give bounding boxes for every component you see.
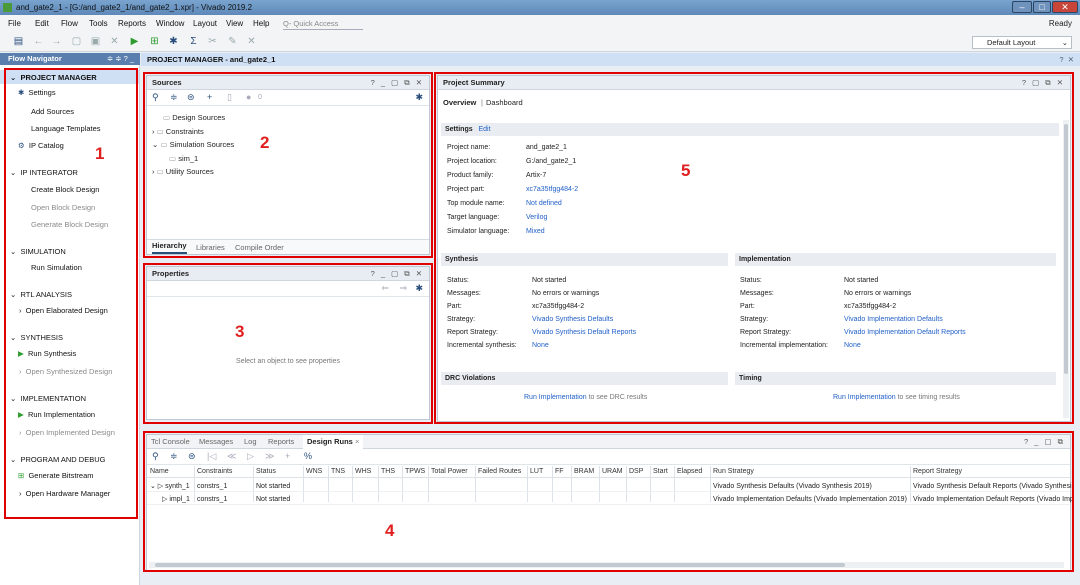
- layout-select-value: Default Layout: [987, 38, 1036, 47]
- annotation-box-5: [434, 72, 1074, 424]
- annotation-label-5: 5: [681, 161, 691, 180]
- menu-edit[interactable]: Edit: [35, 15, 49, 32]
- annotation-box-4: [143, 431, 1074, 572]
- redo-icon[interactable]: →: [50, 35, 63, 48]
- chevron-down-icon: ⌄: [1061, 38, 1068, 47]
- help-close-controls[interactable]: ? ✕: [1059, 53, 1074, 66]
- flow-navigator-controls[interactable]: ≑ ≑ ? _: [107, 53, 134, 65]
- annotation-label-3: 3: [235, 322, 245, 341]
- pencil-icon[interactable]: ✎: [226, 35, 239, 48]
- delete-icon[interactable]: ✕: [108, 35, 121, 48]
- annotation-box-2: [143, 72, 433, 258]
- main-header-title: PROJECT MANAGER - and_gate2_1: [147, 55, 276, 64]
- title-bar: and_gate2_1 - [G:/and_gate2_1/and_gate2_…: [0, 0, 1080, 15]
- maximize-button[interactable]: □: [1033, 1, 1051, 13]
- window-title: and_gate2_1 - [G:/and_gate2_1/and_gate2_…: [16, 3, 253, 12]
- menu-layout[interactable]: Layout: [193, 15, 217, 32]
- menu-bar: File Edit Flow Tools Reports Window Layo…: [0, 15, 1080, 32]
- menu-reports[interactable]: Reports: [118, 15, 146, 32]
- menu-tools[interactable]: Tools: [89, 15, 108, 32]
- quick-access-input[interactable]: Q- Quick Access: [283, 17, 363, 30]
- status-ready: Ready: [1048, 19, 1072, 28]
- paste-icon[interactable]: ▣: [89, 35, 102, 48]
- cancel-icon[interactable]: ✕: [245, 35, 258, 48]
- settings-gear-icon[interactable]: ✱: [167, 35, 180, 48]
- copy-icon[interactable]: ▢: [70, 35, 83, 48]
- layout-select[interactable]: Default Layout ⌄: [972, 36, 1072, 49]
- annotation-box-3: [143, 263, 433, 424]
- main-header: PROJECT MANAGER - and_gate2_1 ? ✕: [141, 53, 1080, 66]
- menu-view[interactable]: View: [226, 15, 243, 32]
- flow-navigator-title: Flow Navigator: [8, 54, 62, 63]
- sigma-icon[interactable]: Σ: [187, 35, 200, 48]
- run-icon[interactable]: ▶: [128, 35, 141, 48]
- open-project-icon[interactable]: ▤: [12, 35, 25, 48]
- annotation-label-4: 4: [385, 521, 395, 540]
- vivado-app-icon: [3, 3, 12, 12]
- bitstream-icon[interactable]: ⊞: [148, 35, 161, 48]
- cross-probe-icon[interactable]: ✂: [206, 35, 219, 48]
- menu-file[interactable]: File: [8, 15, 21, 32]
- undo-icon[interactable]: ←: [32, 35, 45, 48]
- annotation-label-2: 2: [260, 133, 270, 152]
- flow-navigator-header: Flow Navigator ≑ ≑ ? _: [0, 53, 140, 65]
- annotation-label-1: 1: [95, 144, 105, 163]
- menu-window[interactable]: Window: [156, 15, 184, 32]
- menu-help[interactable]: Help: [253, 15, 269, 32]
- minimize-button[interactable]: –: [1012, 1, 1032, 13]
- toolbar: ▤ ← → ▢ ▣ ✕ ▶ ⊞ ✱ Σ ✂ ✎ ✕ Default Layout…: [0, 32, 1080, 52]
- menu-flow[interactable]: Flow: [61, 15, 78, 32]
- close-window-button[interactable]: ✕: [1052, 1, 1078, 13]
- annotation-box-1: [4, 68, 138, 519]
